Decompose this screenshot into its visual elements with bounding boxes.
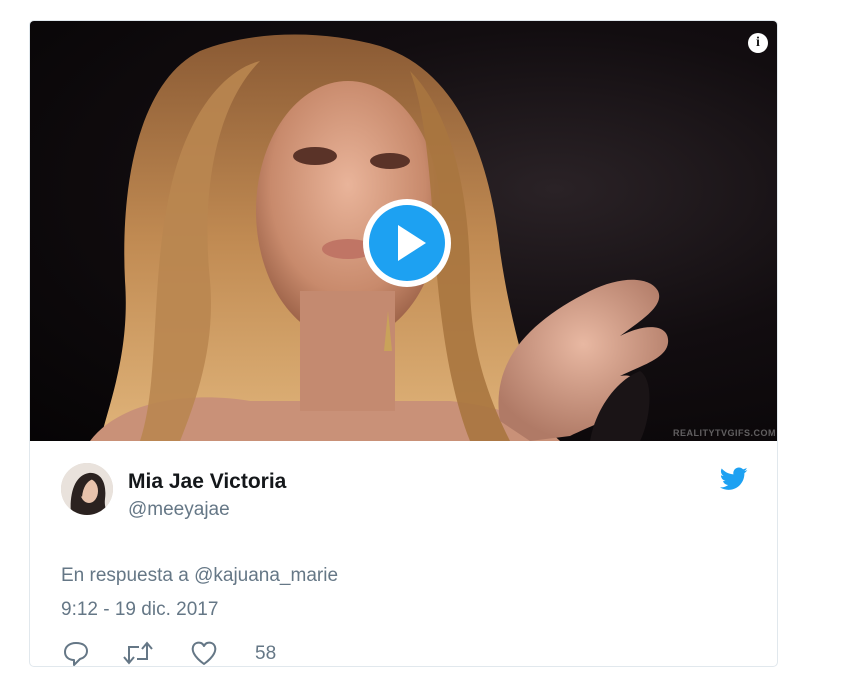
- twitter-bird-icon[interactable]: [720, 467, 748, 491]
- reply-context: En respuesta a @kajuana_marie: [61, 565, 338, 587]
- like-heart-icon[interactable]: [189, 638, 219, 667]
- retweet-icon[interactable]: [121, 638, 155, 667]
- play-button[interactable]: [363, 199, 451, 287]
- gif-watermark: REALITYTVGIFS.COM: [673, 428, 776, 438]
- play-icon: [369, 205, 445, 281]
- avatar-image: [61, 463, 113, 515]
- info-icon[interactable]: i: [748, 33, 768, 53]
- reply-mention-link[interactable]: @kajuana_marie: [194, 565, 338, 586]
- author-handle[interactable]: @meeyajae: [128, 499, 230, 521]
- tweet-content: Mia Jae Victoria @meeyajae En respuesta …: [30, 441, 777, 667]
- embedded-tweet-card: i REALITYTVGIFS.COM Mia Jae Victoria @me…: [29, 20, 778, 667]
- like-count: 58: [255, 643, 277, 664]
- reply-icon[interactable]: [61, 638, 91, 667]
- reply-prefix: En respuesta a: [61, 565, 195, 586]
- author-name[interactable]: Mia Jae Victoria: [128, 470, 286, 494]
- tweet-timestamp[interactable]: 9:12 - 19 dic. 2017: [61, 599, 218, 621]
- author-avatar[interactable]: [61, 463, 113, 515]
- gif-media[interactable]: i REALITYTVGIFS.COM: [30, 21, 777, 441]
